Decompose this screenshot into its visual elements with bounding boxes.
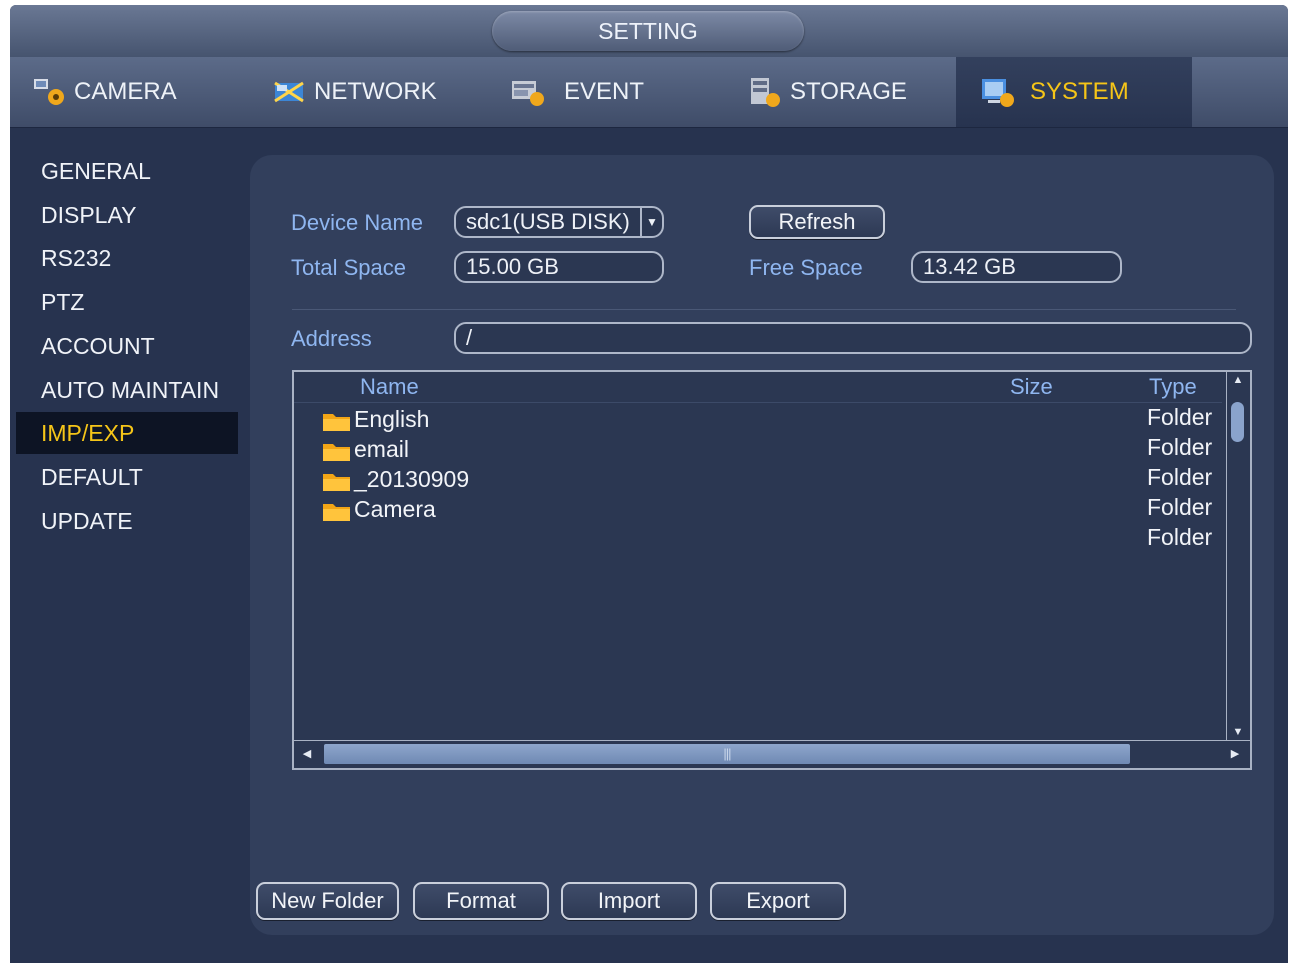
tab-camera-label: CAMERA [74, 78, 177, 105]
device-name-value: sdc1(USB DISK) [466, 209, 630, 234]
sidebar-item-default[interactable]: DEFAULT [16, 456, 238, 498]
file-type: Folder [1147, 464, 1213, 490]
network-icon [272, 75, 308, 109]
file-name: Camera [354, 496, 436, 522]
tab-system-label: SYSTEM [1030, 78, 1129, 105]
sidebar-item-general[interactable]: GENERAL [16, 150, 238, 192]
main-tab-bar: CAMERA NETWORK EVENT STORAGE SYSTEM [10, 57, 1288, 128]
tab-event-label: EVENT [564, 78, 645, 105]
tab-storage[interactable]: STORAGE [748, 57, 984, 127]
vertical-scrollbar[interactable]: ▲ ▼ [1226, 372, 1250, 740]
list-item[interactable]: English [322, 404, 1202, 434]
event-icon [510, 75, 546, 109]
tab-network[interactable]: NETWORK [272, 57, 508, 127]
scroll-up-icon[interactable]: ▲ [1227, 374, 1249, 386]
horizontal-scroll-thumb[interactable]: ||| [324, 744, 1130, 764]
free-space-field: 13.42 GB [911, 251, 1122, 283]
tab-system[interactable]: SYSTEM [956, 57, 1192, 127]
file-name: email [354, 436, 409, 462]
format-button[interactable]: Format [413, 882, 549, 920]
system-icon [980, 75, 1016, 109]
scroll-left-icon[interactable]: ◀ [296, 747, 318, 760]
sidebar-item-display[interactable]: DISPLAY [16, 194, 238, 236]
file-type: Folder [1147, 404, 1213, 430]
tab-network-label: NETWORK [314, 78, 437, 105]
header-divider [294, 402, 1222, 403]
folder-icon [323, 444, 350, 461]
file-type: Folder [1147, 524, 1213, 550]
storage-icon [748, 75, 784, 109]
section-divider [292, 309, 1236, 310]
scroll-down-icon[interactable]: ▼ [1227, 726, 1249, 738]
refresh-button[interactable]: Refresh [749, 205, 885, 239]
scroll-right-icon[interactable]: ▶ [1224, 747, 1246, 760]
sidebar-item-update[interactable]: UPDATE [16, 500, 238, 542]
chevron-down-icon[interactable]: ▼ [640, 208, 662, 236]
file-type: Folder [1147, 434, 1213, 460]
sidebar-item-imp-exp[interactable]: IMP/EXP [16, 412, 238, 454]
address-label: Address [291, 326, 372, 351]
file-name: _20130909 [354, 466, 470, 492]
address-field[interactable]: / [454, 322, 1252, 354]
list-item[interactable]: email [322, 434, 1202, 464]
file-type: Folder [1147, 494, 1213, 520]
import-button[interactable]: Import [561, 882, 697, 920]
title-bar: SETTING [10, 5, 1288, 57]
column-header-name[interactable]: Name [360, 372, 419, 402]
horizontal-scrollbar[interactable]: ◀ ||| ▶ [294, 740, 1250, 768]
tab-camera[interactable]: CAMERA [32, 57, 268, 127]
folder-icon [323, 414, 350, 431]
export-button[interactable]: Export [710, 882, 846, 920]
folder-icon [323, 504, 350, 521]
sidebar-item-ptz[interactable]: PTZ [16, 281, 238, 323]
sidebar-item-account[interactable]: ACCOUNT [16, 325, 238, 367]
free-space-label: Free Space [749, 255, 863, 280]
vertical-scroll-thumb[interactable] [1231, 402, 1244, 442]
file-name: English [354, 406, 430, 432]
total-space-label: Total Space [291, 255, 406, 280]
column-header-size[interactable]: Size [1010, 372, 1053, 402]
file-list[interactable]: Name Size Type English email _20130909 C… [292, 370, 1252, 770]
imp-exp-panel: Device Name sdc1(USB DISK) ▼ Refresh Tot… [250, 155, 1274, 935]
tab-storage-label: STORAGE [790, 78, 907, 105]
device-name-select[interactable]: sdc1(USB DISK) ▼ [454, 206, 664, 238]
device-name-label: Device Name [291, 210, 424, 235]
list-item[interactable]: Camera [322, 494, 1202, 524]
camera-settings-icon [32, 75, 68, 109]
list-item[interactable]: _20130909 [322, 464, 1202, 494]
total-space-field: 15.00 GB [454, 251, 664, 283]
tab-event[interactable]: EVENT [510, 57, 746, 127]
new-folder-button[interactable]: New Folder [256, 882, 399, 920]
folder-icon [323, 474, 350, 491]
column-header-type[interactable]: Type [1149, 372, 1197, 402]
sidebar-item-auto-maintain[interactable]: AUTO MAINTAIN [16, 369, 238, 411]
window-title: SETTING [492, 11, 804, 51]
sidebar-item-rs232[interactable]: RS232 [16, 237, 238, 279]
settings-window: SETTING CAMERA NETWORK EVENT STORAGE SYS… [10, 5, 1288, 963]
